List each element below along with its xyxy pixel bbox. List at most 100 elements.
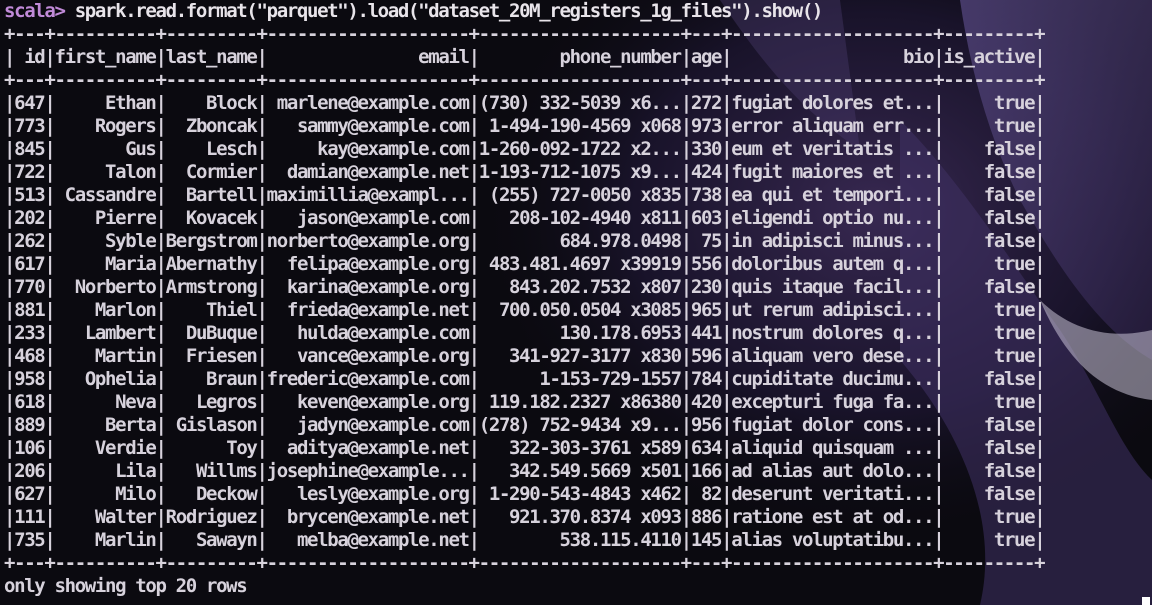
table-cell: Martin (54, 345, 157, 367)
table-cell: norberto@example.org (266, 230, 470, 252)
table-row: |468| Martin| Friesen| vance@example.org… (4, 345, 1046, 367)
table-cell: Ethan (54, 92, 157, 114)
table-cell: Berta (54, 414, 157, 436)
table-cell: deserunt veritati... (731, 483, 934, 505)
table-cell: true (943, 506, 1036, 528)
table-cell: frieda@example.net (266, 299, 470, 321)
table-cell: alias voluptatibu... (731, 529, 934, 551)
table-cell: marlene@example.com (266, 92, 470, 114)
table-cell: Abernathy (165, 253, 258, 275)
rows-shown-notice: only showing top 20 rows (4, 575, 248, 597)
table-cell: Verdie (54, 437, 157, 459)
table-cell: 845 (14, 138, 46, 160)
table-cell: Milo (54, 483, 157, 505)
table-cell: 965 (690, 299, 723, 321)
table-row: |647| Ethan| Block| marlene@example.com|… (4, 92, 1046, 114)
table-row: |958| Ophelia| Braun|frederic@example.co… (4, 368, 1046, 390)
table-cell: 958 (14, 368, 46, 390)
table-cell: aliquid quisquam ... (731, 437, 934, 459)
table-cell: Armstrong (165, 276, 258, 298)
table-cell: 342.549.5669 x501 (478, 460, 682, 482)
table-cell: Talon (54, 161, 157, 183)
table-cell: Bergstrom (165, 230, 258, 252)
table-cell: 784 (690, 368, 723, 390)
table-cell: 735 (14, 529, 46, 551)
table-cell: aliquam vero dese... (731, 345, 934, 367)
table-cell: Gislason (165, 414, 258, 436)
table-cell: (730) 332-5039 x6... (478, 92, 682, 114)
table-row: |206| Lila| Willms|josephine@example...|… (4, 460, 1046, 482)
table-cell: 647 (14, 92, 46, 114)
table-cell: 773 (14, 115, 46, 137)
table-border-top: +---+----------+---------+--------------… (4, 23, 1046, 45)
table-cell: Marlin (54, 529, 157, 551)
table-cell: false (943, 230, 1036, 252)
table-cell: 1-494-190-4569 x068 (478, 115, 682, 137)
table-cell: vance@example.org (266, 345, 470, 367)
column-header: phone_number (478, 46, 683, 68)
table-cell: 206 (14, 460, 46, 482)
table-cell: 886 (690, 506, 723, 528)
table-cell: Legros (165, 391, 258, 413)
table-cell: (278) 752-9434 x9... (478, 414, 682, 436)
table-cell: Zboncak (165, 115, 258, 137)
table-row: |111| Walter|Rodriguez| brycen@example.n… (4, 506, 1046, 528)
table-cell: 166 (690, 460, 723, 482)
table-cell: 468 (14, 345, 46, 367)
table-cell: Syble (54, 230, 157, 252)
table-cell: false (943, 460, 1036, 482)
table-cell: Cormier (165, 161, 258, 183)
table-cell: Sawayn (165, 529, 258, 551)
table-cell: 119.182.2327 x86380 (478, 391, 682, 413)
table-cell: 770 (14, 276, 46, 298)
table-cell: false (943, 184, 1036, 206)
table-cell: fugiat dolores et... (731, 92, 934, 114)
table-cell: 82 (690, 483, 723, 505)
table-cell: 441 (690, 322, 723, 344)
table-row: |773| Rogers| Zboncak| sammy@example.com… (4, 115, 1046, 137)
table-cell: 1-260-092-1722 x2... (478, 138, 682, 160)
table-cell: Lambert (54, 322, 157, 344)
table-row: |233| Lambert| DuBuque| hulda@example.co… (4, 322, 1046, 344)
table-cell: 233 (14, 322, 46, 344)
column-header: last_name (165, 46, 258, 68)
table-cell: 603 (690, 207, 723, 229)
table-cell: jason@example.com (266, 207, 470, 229)
table-border-bottom: +---+----------+---------+--------------… (4, 552, 1046, 574)
table-cell: 843.202.7532 x807 (478, 276, 682, 298)
column-header: email (266, 46, 470, 68)
table-cell: 262 (14, 230, 46, 252)
shell-prompt: scala> (4, 0, 66, 22)
table-cell: 634 (690, 437, 723, 459)
table-cell: 513 (14, 184, 46, 206)
table-cell: Kovacek (165, 207, 258, 229)
table-cell: 230 (690, 276, 723, 298)
table-cell: 617 (14, 253, 46, 275)
table-cell: in adipisci minus... (731, 230, 934, 252)
table-cell: error aliquam err... (731, 115, 934, 137)
table-cell: 420 (690, 391, 723, 413)
table-row: |770| Norberto|Armstrong| karina@example… (4, 276, 1046, 298)
column-header: age (690, 46, 723, 68)
table-row: |881| Marlon| Thiel| frieda@example.net|… (4, 299, 1046, 321)
table-cell: Toy (165, 437, 258, 459)
table-cell: cupiditate ducimu... (731, 368, 934, 390)
column-header: id (14, 46, 46, 68)
table-cell: Cassandre (54, 184, 157, 206)
table-cell: 1-290-543-4843 x462 (478, 483, 682, 505)
terminal-cursor (1142, 597, 1150, 605)
table-cell: 684.978.0498 (478, 230, 683, 252)
table-cell: nostrum dolores q... (731, 322, 934, 344)
table-cell: 738 (690, 184, 723, 206)
table-cell: fugiat dolor cons... (731, 414, 934, 436)
table-cell: Bartell (165, 184, 258, 206)
table-border-header: +---+----------+---------+--------------… (4, 69, 1046, 91)
table-cell: Ophelia (54, 368, 157, 390)
table-cell: false (943, 437, 1036, 459)
table-cell: 618 (14, 391, 46, 413)
dataframe-table: +---+----------+---------+--------------… (4, 23, 1046, 575)
table-cell: excepturi fuga fa... (731, 391, 934, 413)
table-cell: 424 (690, 161, 723, 183)
table-row: |202| Pierre| Kovacek| jason@example.com… (4, 207, 1046, 229)
table-cell: eligendi optio nu... (731, 207, 934, 229)
